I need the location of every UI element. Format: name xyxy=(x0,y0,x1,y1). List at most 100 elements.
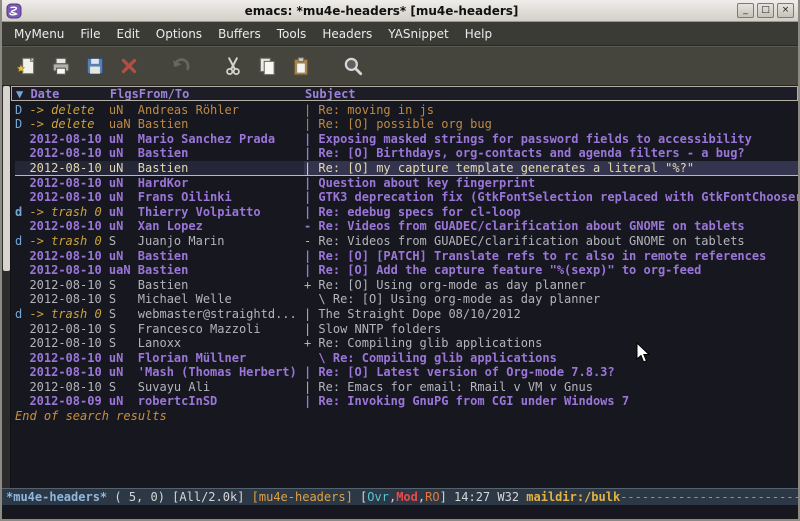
header-line[interactable]: ▼ Date Flgs From/To Subject xyxy=(11,86,798,101)
flags-cell: uN xyxy=(109,365,138,380)
menu-item-yasnippet[interactable]: YASnippet xyxy=(380,24,457,44)
subject-cell: + Re: Compiling glib applications xyxy=(304,336,798,351)
message-row[interactable]: 2012-08-10uNBastien| Re: [O] my capture … xyxy=(15,161,798,176)
mark-cell xyxy=(15,161,29,175)
from-cell: Florian Müllner xyxy=(138,351,304,366)
from-cell: Bastien xyxy=(138,146,304,161)
message-row[interactable]: 2012-08-10uNBastien| Re: [O] [PATCH] Tra… xyxy=(15,249,798,264)
search-icon xyxy=(342,55,364,77)
save-button[interactable] xyxy=(78,50,112,82)
scrollbar-thumb[interactable] xyxy=(3,86,10,271)
maximize-button[interactable]: □ xyxy=(757,3,774,18)
menu-item-edit[interactable]: Edit xyxy=(109,24,148,44)
column-header-subject[interactable]: Subject xyxy=(305,87,797,100)
menu-item-tools[interactable]: Tools xyxy=(269,24,315,44)
message-row[interactable]: 2012-08-10uNHardKor| Question about key … xyxy=(15,176,798,191)
mark-cell xyxy=(15,365,29,380)
menu-item-buffers[interactable]: Buffers xyxy=(210,24,269,44)
print-button[interactable] xyxy=(44,50,78,82)
message-row[interactable]: 2012-08-10uNBastien| Re: [O] Birthdays, … xyxy=(15,146,798,161)
date-cell: 2012-08-10 xyxy=(29,365,108,380)
menu-item-headers[interactable]: Headers xyxy=(314,24,380,44)
flags-cell: uaN xyxy=(109,117,138,132)
date-cell: 2012-08-09 xyxy=(29,394,108,409)
message-row[interactable]: 2012-08-10SSuvayu Ali| Re: Emacs for ema… xyxy=(15,380,798,395)
message-row[interactable]: 2012-08-10SLanoxx+ Re: Compiling glib ap… xyxy=(15,336,798,351)
subject-cell: \ Re: Compiling glib applications xyxy=(304,351,798,366)
modeline-segment: ---------------------------------------- xyxy=(620,489,798,505)
cut-button[interactable] xyxy=(216,50,250,82)
message-row[interactable]: 2012-08-09uNrobertcInSD| Re: Invoking Gn… xyxy=(15,394,798,409)
mark-cell: d xyxy=(15,234,29,249)
message-list: D-> deleteuNAndreas Röhler| Re: moving i… xyxy=(11,101,798,409)
date-cell: 2012-08-10 xyxy=(29,132,108,147)
save-icon xyxy=(84,55,106,77)
echo-area xyxy=(2,505,798,519)
from-cell: Frans Oilinki xyxy=(138,190,304,205)
mode-line[interactable]: *mu4e-headers* ( 5, 0) [All/2.0k] [mu4e-… xyxy=(2,488,798,505)
message-row[interactable]: 2012-08-10SBastien+ Re: [O] Using org-mo… xyxy=(15,278,798,293)
flags-cell: S xyxy=(109,292,138,307)
flags-cell: uN xyxy=(109,161,138,175)
subject-cell: | Re: [O] my capture template generates … xyxy=(304,161,798,175)
flags-cell: uN xyxy=(109,176,138,191)
subject-cell: | Slow NNTP folders xyxy=(304,322,798,337)
search-button[interactable] xyxy=(336,50,370,82)
mark-cell xyxy=(15,351,29,366)
message-row[interactable]: 2012-08-10uNXan Lopez- Re: Videos from G… xyxy=(15,219,798,234)
message-row[interactable]: 2012-08-10uN'Mash (Thomas Herbert)| Re: … xyxy=(15,365,798,380)
message-row[interactable]: 2012-08-10uNFlorian Müllner \ Re: Compil… xyxy=(15,351,798,366)
message-row[interactable]: d-> trash 0uNThierry Volpiatto| Re: edeb… xyxy=(15,205,798,220)
flags-cell: uN xyxy=(109,351,138,366)
message-row[interactable]: 2012-08-10uNFrans Oilinki| GTK3 deprecat… xyxy=(15,190,798,205)
new-file-button[interactable] xyxy=(10,50,44,82)
title-bar[interactable]: emacs: *mu4e-headers* [mu4e-headers] _□× xyxy=(2,0,798,22)
copy-button[interactable] xyxy=(250,50,284,82)
mark-cell xyxy=(15,132,29,147)
menu-item-options[interactable]: Options xyxy=(148,24,210,44)
scrollbar[interactable] xyxy=(2,86,11,488)
paste-button[interactable] xyxy=(284,50,318,82)
flags-cell: uN xyxy=(109,190,138,205)
message-row[interactable]: 2012-08-10SMichael Welle \ Re: [O] Using… xyxy=(15,292,798,307)
mark-cell xyxy=(15,219,29,234)
close-button[interactable] xyxy=(112,50,146,82)
message-row[interactable]: D-> deleteuaNBastien| Re: [O] possible o… xyxy=(15,117,798,132)
subject-cell: | Re: [O] Add the capture feature "%(sex… xyxy=(304,263,798,278)
column-header-from[interactable]: From/To xyxy=(139,87,305,100)
subject-cell: + Re: [O] Using org-mode as day planner xyxy=(304,278,798,293)
from-cell: Bastien xyxy=(138,161,304,175)
menu-item-mymenu[interactable]: MyMenu xyxy=(6,24,72,44)
mark-cell xyxy=(15,190,29,205)
date-cell: 2012-08-10 xyxy=(29,190,108,205)
menu-item-file[interactable]: File xyxy=(72,24,108,44)
menu-item-help[interactable]: Help xyxy=(457,24,500,44)
mu4e-headers-buffer: ▼ Date Flgs From/To Subject D-> deleteuN… xyxy=(11,86,798,488)
menu-bar: MyMenuFileEditOptionsBuffersToolsHeaders… xyxy=(2,22,798,46)
column-header-date[interactable]: Date xyxy=(30,87,109,100)
close-icon xyxy=(118,55,140,77)
message-row[interactable]: 2012-08-10uaNBastien| Re: [O] Add the ca… xyxy=(15,263,798,278)
from-cell: Mario Sanchez Prada xyxy=(138,132,304,147)
flags-cell: S xyxy=(109,278,138,293)
from-cell: Francesco Mazzoli xyxy=(138,322,304,337)
modeline-segment: Mod xyxy=(396,489,418,505)
message-row[interactable]: d-> trash 0SJuanjo Marin- Re: Videos fro… xyxy=(15,234,798,249)
mark-cell xyxy=(15,292,29,307)
subject-cell: | Exposing masked strings for password f… xyxy=(304,132,798,147)
subject-cell: | GTK3 deprecation fix (GtkFontSelection… xyxy=(304,190,798,205)
date-cell: -> delete xyxy=(29,117,108,132)
mark-cell: D xyxy=(15,117,29,132)
message-row[interactable]: d-> trash 0Swebmaster@straightd...| The … xyxy=(15,307,798,322)
modeline-segment: [ xyxy=(353,489,367,505)
from-cell: HardKor xyxy=(138,176,304,191)
close-button[interactable]: × xyxy=(777,3,794,18)
minimize-button[interactable]: _ xyxy=(737,3,754,18)
column-header-flags[interactable]: Flgs xyxy=(110,87,139,100)
message-row[interactable]: D-> deleteuNAndreas Röhler| Re: moving i… xyxy=(15,103,798,118)
flags-cell: uN xyxy=(109,205,138,220)
new-file-icon xyxy=(16,55,38,77)
message-row[interactable]: 2012-08-10uNMario Sanchez Prada| Exposin… xyxy=(15,132,798,147)
emacs-icon xyxy=(6,3,22,19)
message-row[interactable]: 2012-08-10SFrancesco Mazzoli| Slow NNTP … xyxy=(15,322,798,337)
